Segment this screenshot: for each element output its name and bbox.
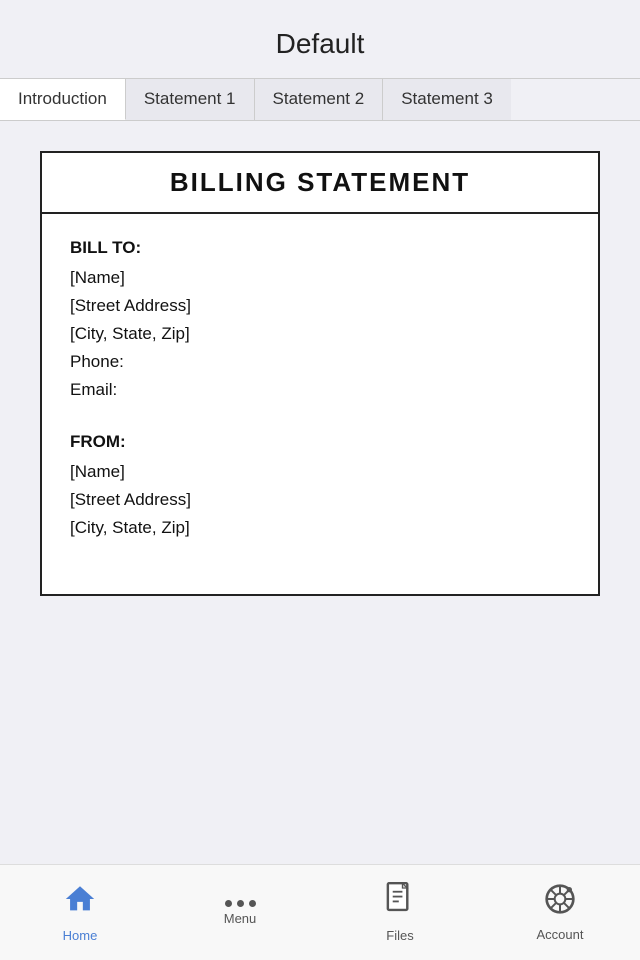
nav-account-label: Account [537,927,584,942]
from-label: FROM: [70,432,570,452]
header: Default [0,0,640,78]
tab-statement3[interactable]: Statement 3 [383,79,511,120]
billing-title: BILLING STATEMENT [170,167,470,197]
billing-title-row: BILLING STATEMENT [42,153,598,214]
nav-menu-label: Menu [224,911,257,926]
nav-account[interactable]: Account [480,875,640,950]
files-icon [385,882,415,924]
main-content: BILLING STATEMENT BILL TO: [Name] [Stree… [0,121,640,864]
page-title: Default [276,28,365,59]
bill-to-name: [Name] [70,268,570,288]
bill-to-city: [City, State, Zip] [70,324,570,344]
bill-to-email: Email: [70,380,570,400]
account-icon [544,883,576,923]
nav-files-label: Files [386,928,413,943]
tab-statement1[interactable]: Statement 1 [126,79,255,120]
from-name: [Name] [70,462,570,482]
from-section: FROM: [Name] [Street Address] [City, Sta… [70,432,570,538]
bill-to-phone: Phone: [70,352,570,372]
home-icon [63,882,97,924]
bill-to-section: BILL TO: [Name] [Street Address] [City, … [70,238,570,400]
from-city: [City, State, Zip] [70,518,570,538]
nav-home[interactable]: Home [0,874,160,951]
tab-bar: Introduction Statement 1 Statement 2 Sta… [0,78,640,121]
tab-statement2[interactable]: Statement 2 [255,79,384,120]
tab-introduction[interactable]: Introduction [0,79,126,120]
billing-body: BILL TO: [Name] [Street Address] [City, … [42,214,598,594]
bottom-nav: Home Menu Files [0,864,640,960]
from-street: [Street Address] [70,490,570,510]
bill-to-street: [Street Address] [70,296,570,316]
menu-icon [225,900,256,907]
nav-menu[interactable]: Menu [160,892,320,934]
bill-to-label: BILL TO: [70,238,570,258]
nav-files[interactable]: Files [320,874,480,951]
nav-home-label: Home [63,928,98,943]
billing-card: BILLING STATEMENT BILL TO: [Name] [Stree… [40,151,600,596]
